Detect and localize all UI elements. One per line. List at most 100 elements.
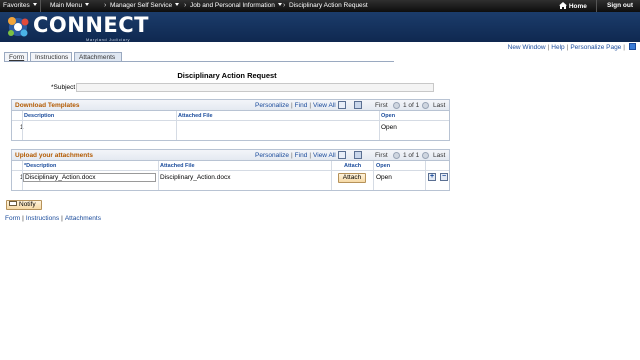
attach-button[interactable]: Attach <box>338 173 366 183</box>
home-link[interactable]: Home <box>559 2 587 10</box>
find-link[interactable]: Find <box>295 102 308 109</box>
upload-attachments-grid: Upload your attachments Personalize | Find… <box>11 149 450 191</box>
breadcrumb-label: Disciplinary Action Request <box>288 2 368 9</box>
pipe-divider: | <box>547 44 550 51</box>
next-arrow-icon[interactable] <box>422 152 429 159</box>
view-all-link[interactable]: View All <box>313 102 336 109</box>
row-range: 1 of 1 <box>403 152 420 159</box>
personalize-link[interactable]: Personalize <box>255 102 289 109</box>
grid-tools: Personalize|Find|View All| <box>255 152 341 159</box>
delete-row-icon[interactable]: − <box>440 173 448 181</box>
tab-underline <box>4 61 394 62</box>
grid-header: Download Templates Personalize | Find | View… <box>12 100 449 111</box>
new-window-link[interactable]: New Window <box>508 44 546 51</box>
find-link[interactable]: Find <box>295 152 308 159</box>
add-row-icon[interactable]: + <box>428 173 436 181</box>
pipe-divider: | <box>623 44 625 51</box>
first-label[interactable]: First <box>375 102 388 109</box>
column-header-attach: Attach <box>344 163 362 169</box>
pipe-divider: | <box>61 215 63 222</box>
column-divider <box>22 161 23 190</box>
column-divider <box>176 111 177 140</box>
top-navigation-bar: Favorites Main Menu › Manager Self Servi… <box>0 0 640 12</box>
grid-title: Upload your attachments <box>15 152 94 159</box>
chevron-right-icon: › <box>104 2 107 9</box>
bottom-page-links: Form | Instructions | Attachments <box>5 215 101 222</box>
pipe-divider: | <box>309 152 312 159</box>
description-input[interactable]: Disciplinary_Action.docx <box>23 173 156 182</box>
favorites-label: Favorites <box>3 2 30 9</box>
column-divider <box>331 161 332 190</box>
zoom-grid-icon[interactable] <box>338 151 346 159</box>
tab-label: Form <box>9 54 25 61</box>
main-menu[interactable]: Main Menu <box>50 2 90 9</box>
home-label: Home <box>568 3 587 10</box>
column-header-row: *Description Attached File Attach Open <box>12 161 449 171</box>
personalize-page-link[interactable]: Personalize Page <box>570 44 621 51</box>
tab-label: Attachments <box>79 54 116 61</box>
next-arrow-icon[interactable] <box>422 102 429 109</box>
pipe-divider: | <box>290 152 293 159</box>
utility-links: New Window | Help | Personalize Page | <box>508 43 636 51</box>
connect-logo-subtitle: Maryland Judiciary <box>86 37 131 42</box>
instructions-link[interactable]: Instructions <box>26 215 59 222</box>
chevron-down-icon <box>85 3 90 6</box>
nav-divider <box>40 0 41 12</box>
row-attached-file: Disciplinary_Action.docx <box>160 174 231 181</box>
nav-divider <box>596 0 597 12</box>
chevron-down-icon <box>277 3 282 6</box>
download-excel-icon[interactable] <box>354 151 362 159</box>
column-header-open: Open <box>381 113 396 119</box>
pipe-divider: | <box>309 102 312 109</box>
download-excel-icon[interactable] <box>354 101 362 109</box>
first-label[interactable]: First <box>375 152 388 159</box>
envelope-icon <box>9 201 17 206</box>
column-header-attached-file: Attached File <box>178 113 213 119</box>
chevron-right-icon: › <box>283 2 286 9</box>
main-menu-label: Main Menu <box>50 2 83 9</box>
breadcrumb-manager-self-service[interactable]: › Manager Self Service <box>104 2 180 9</box>
previous-arrow-icon[interactable] <box>393 152 400 159</box>
column-divider <box>379 111 380 140</box>
column-header-description: Description <box>24 113 55 119</box>
pipe-divider: | <box>22 215 24 222</box>
breadcrumb-job-personal-info[interactable]: › Job and Personal Information <box>184 2 282 9</box>
connect-logo-text: CONNECT <box>33 13 149 37</box>
breadcrumb-label: Job and Personal Information <box>189 2 275 9</box>
sign-out-link[interactable]: Sign out <box>607 2 633 9</box>
personalize-page-icon[interactable] <box>629 43 636 50</box>
grid-header: Upload your attachments Personalize | Find… <box>12 150 449 161</box>
notify-button[interactable]: Notify <box>6 200 42 210</box>
table-row: 1 Open <box>12 121 449 134</box>
row-open-link[interactable]: Open <box>381 124 397 131</box>
form-link[interactable]: Form <box>5 215 20 222</box>
attachments-link[interactable]: Attachments <box>65 215 101 222</box>
zoom-grid-icon[interactable] <box>338 101 346 109</box>
pipe-divider: | <box>566 44 569 51</box>
previous-arrow-icon[interactable] <box>393 102 400 109</box>
table-row: 1 Disciplinary_Action.docx Disciplinary_… <box>12 171 449 184</box>
chevron-right-icon: › <box>184 2 187 9</box>
last-label[interactable]: Last <box>433 102 445 109</box>
chevron-down-icon <box>175 3 180 6</box>
last-label[interactable]: Last <box>433 152 445 159</box>
connect-logo-mark-icon <box>8 17 29 37</box>
pipe-divider: | <box>290 102 293 109</box>
subject-label: *Subject <box>51 84 76 91</box>
help-link[interactable]: Help <box>551 44 564 51</box>
row-open-link[interactable]: Open <box>376 174 392 181</box>
home-icon <box>559 2 567 9</box>
view-all-link[interactable]: View All <box>313 152 336 159</box>
chevron-down-icon <box>32 3 37 6</box>
column-header-row: Description Attached File Open <box>12 111 449 121</box>
column-divider <box>158 161 159 190</box>
personalize-link[interactable]: Personalize <box>255 152 289 159</box>
notify-label: Notify <box>19 201 36 208</box>
column-divider <box>373 161 374 190</box>
subject-input[interactable] <box>76 83 434 92</box>
grid-title: Download Templates <box>15 102 80 109</box>
connect-banner: CONNECT Maryland Judiciary <box>0 12 640 42</box>
column-header-attached-file: Attached File <box>160 163 195 169</box>
favorites-menu[interactable]: Favorites <box>3 2 37 9</box>
grid-tools: Personalize|Find|View All| <box>255 102 341 109</box>
